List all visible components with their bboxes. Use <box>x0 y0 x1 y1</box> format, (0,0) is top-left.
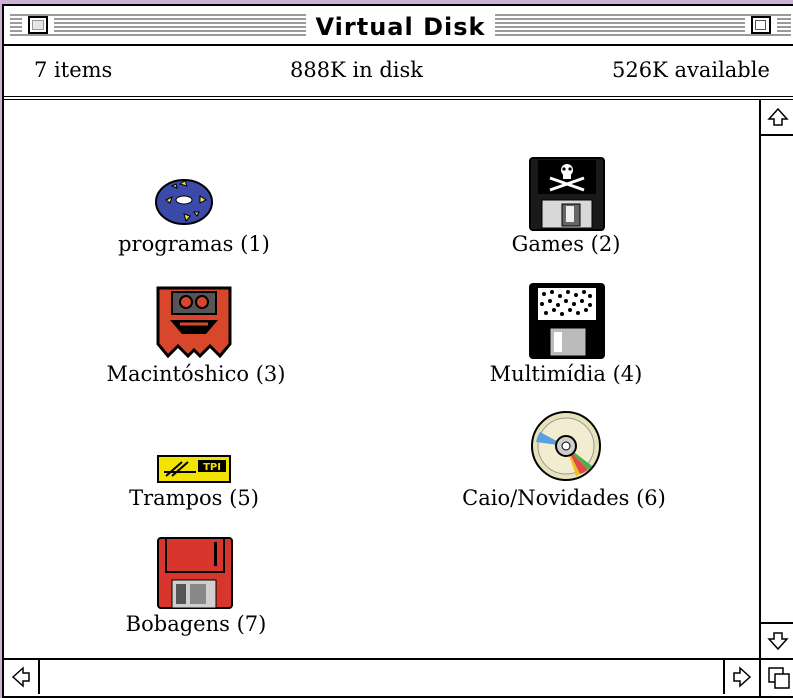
scroll-left-arrow-icon[interactable] <box>4 660 40 694</box>
multimedia-floppy-icon <box>529 283 605 359</box>
resize-grow-box[interactable] <box>759 658 793 696</box>
tpi-folder-icon: TPI <box>157 455 231 483</box>
info-bar: 7 items 888K in disk 526K available <box>4 46 793 100</box>
close-box-button[interactable] <box>28 16 48 34</box>
icon-label: Bobagens (7) <box>125 612 267 636</box>
window-content: programas (1) Games (2) Macintóshico (3)… <box>4 100 759 658</box>
svg-text:TPI: TPI <box>203 462 221 473</box>
disk-used: 888K in disk <box>290 58 424 82</box>
icon-label: Macintóshico (3) <box>106 362 286 386</box>
scroll-right-arrow-icon[interactable] <box>723 660 759 694</box>
red-floppy-icon <box>157 537 233 609</box>
finder-window: Virtual Disk 7 items 888K in disk 526K a… <box>2 4 793 698</box>
icon-label: Games (2) <box>511 232 621 256</box>
vertical-scrollbar[interactable] <box>759 100 793 658</box>
scroll-down-arrow-icon[interactable] <box>761 622 793 658</box>
icon-label: programas (1) <box>118 232 270 256</box>
icon-label: Trampos (5) <box>129 486 259 510</box>
title-bar[interactable]: Virtual Disk <box>4 6 793 46</box>
icon-label: Caio/Novidades (6) <box>462 486 666 510</box>
disk-available: 526K available <box>612 58 770 82</box>
scroll-up-arrow-icon[interactable] <box>761 100 793 136</box>
icon-label: Multimídia (4) <box>489 362 643 386</box>
disk-volume-icon <box>155 179 213 225</box>
zoom-box-button[interactable] <box>751 16 771 34</box>
mac-folder-icon <box>156 286 232 359</box>
window-title: Virtual Disk <box>305 12 496 42</box>
skull-floppy-icon <box>529 157 605 231</box>
horizontal-scrollbar[interactable] <box>4 658 759 696</box>
cd-icon <box>531 411 601 481</box>
item-count: 7 items <box>34 58 113 82</box>
